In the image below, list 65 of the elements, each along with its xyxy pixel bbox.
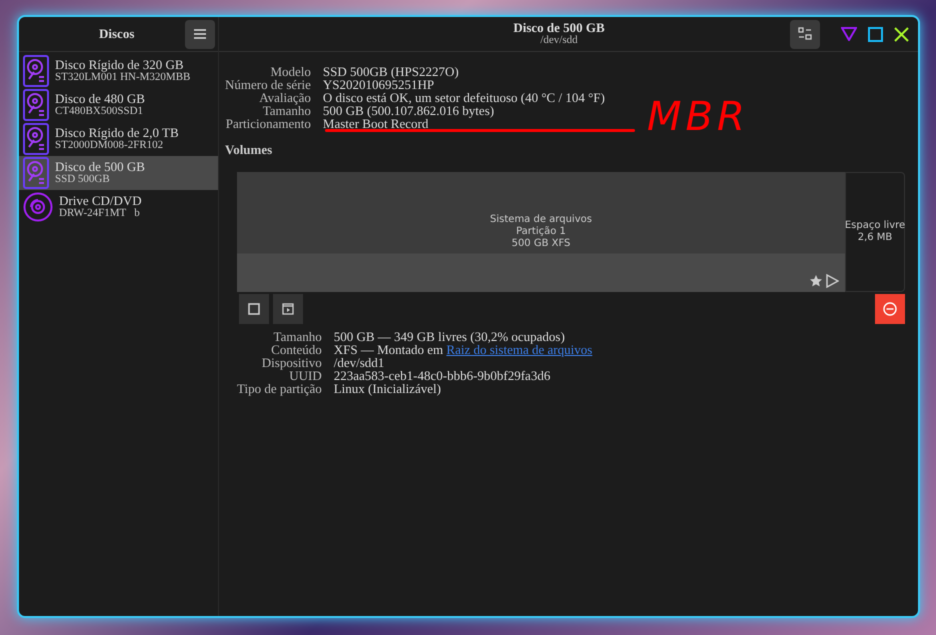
- minimize-button[interactable]: [839, 24, 859, 44]
- disk-model: CT480BX500SSD1: [55, 105, 144, 118]
- info-label: Tamanho: [272, 330, 322, 342]
- info-value: 500 GB — 349 GB livres (30,2% ocupados): [334, 330, 566, 342]
- volume-label: Sistema de arquivos: [490, 214, 592, 226]
- delete-partition-button[interactable]: [875, 294, 905, 324]
- info-value: Master Boot Record: [322, 117, 428, 130]
- info-label: Tamanho: [262, 104, 311, 117]
- triangle-icon: [841, 27, 857, 41]
- handwritten-annotation: MBR: [647, 97, 749, 137]
- disk-name: Disco Rígido de 320 GB: [55, 58, 185, 71]
- disk-list-item[interactable]: Disco de 500 GB SSD 500GB: [19, 156, 218, 190]
- window-play-icon: [282, 302, 294, 314]
- disk-model: ST320LM001 HN-M320MBB: [55, 71, 190, 84]
- menu-icon: [194, 29, 206, 39]
- volume-label: Partição 1: [516, 226, 566, 238]
- info-label: Dispositivo: [260, 356, 322, 368]
- disk-model: ST2000DM008-2FR102: [55, 139, 164, 152]
- star-icon: [809, 274, 823, 288]
- minus-circle-icon: [883, 302, 897, 316]
- info-label: Particionamento: [225, 117, 311, 130]
- info-value: Linux (Inicializável): [334, 382, 442, 394]
- partition-options-button[interactable]: [273, 294, 303, 324]
- disk-list-item[interactable]: Disco Rígido de 2,0 TB ST2000DM008-2FR102: [19, 122, 218, 156]
- section-heading: Volumes: [225, 141, 274, 159]
- optical-disc-icon: [23, 192, 53, 222]
- sidebar-title: Discos: [99, 25, 134, 44]
- info-label: Conteúdo: [270, 342, 322, 356]
- disk-list-item[interactable]: Disco Rígido de 320 GB ST320LM001 HN-M320MBB: [19, 54, 218, 88]
- disk-model: DRW-24F1MT b: [59, 207, 141, 220]
- disk-list-item[interactable]: Disco de 480 GB CT480BX500SSD1: [19, 88, 218, 122]
- unmount-button[interactable]: [239, 294, 269, 324]
- disk-options-button[interactable]: [790, 20, 820, 48]
- info-value: YS202010695251HP: [322, 78, 434, 91]
- volume-label: 500 GB XFS: [512, 238, 570, 250]
- info-value: O disco está OK, um setor defeituoso (40 °C / 104 °F): [322, 91, 605, 104]
- play-icon: [825, 274, 839, 288]
- info-value: SSD 500GB (HPS2227O): [322, 65, 460, 78]
- window-subtitle: /dev/sdd: [540, 34, 578, 47]
- window-title: Disco de 500 GB: [513, 21, 605, 34]
- square-icon: [868, 26, 882, 42]
- info-label: Modelo: [269, 65, 311, 78]
- options-icon: [798, 27, 812, 41]
- volume-label: 2,6 MB: [858, 232, 892, 244]
- close-icon: [894, 26, 908, 42]
- disk-name: Drive CD/DVD: [59, 194, 142, 207]
- info-label: Tipo de partição: [237, 382, 322, 394]
- menu-button[interactable]: [185, 20, 215, 48]
- info-value: 223aa583-ceb1-48c0-bbb6-9b0bf29fa3d6: [334, 368, 552, 382]
- partition-block[interactable]: Sistema de arquivos Partição 1 500 GB XFS: [237, 172, 845, 292]
- info-value: /dev/sdd1: [334, 356, 386, 368]
- maximize-button[interactable]: [865, 24, 885, 44]
- info-value: XFS — Montado em: [334, 342, 444, 356]
- volume-label: Espaço livre: [844, 220, 906, 232]
- disk-name: Disco de 500 GB: [55, 160, 145, 173]
- stop-icon: [248, 302, 260, 314]
- disk-list-item[interactable]: Drive CD/DVD DRW-24F1MT b: [19, 190, 218, 224]
- disk-name: Disco Rígido de 2,0 TB: [55, 126, 179, 139]
- info-value: 500 GB (500.107.862.016 bytes): [322, 104, 496, 117]
- info-label: Número de série: [225, 78, 311, 91]
- free-space-block[interactable]: Espaço livre 2,6 MB: [845, 172, 905, 292]
- info-label: Avaliação: [258, 91, 311, 104]
- info-label: UUID: [289, 368, 322, 382]
- disk-model: SSD 500GB: [55, 173, 111, 186]
- disk-name: Disco de 480 GB: [55, 92, 145, 105]
